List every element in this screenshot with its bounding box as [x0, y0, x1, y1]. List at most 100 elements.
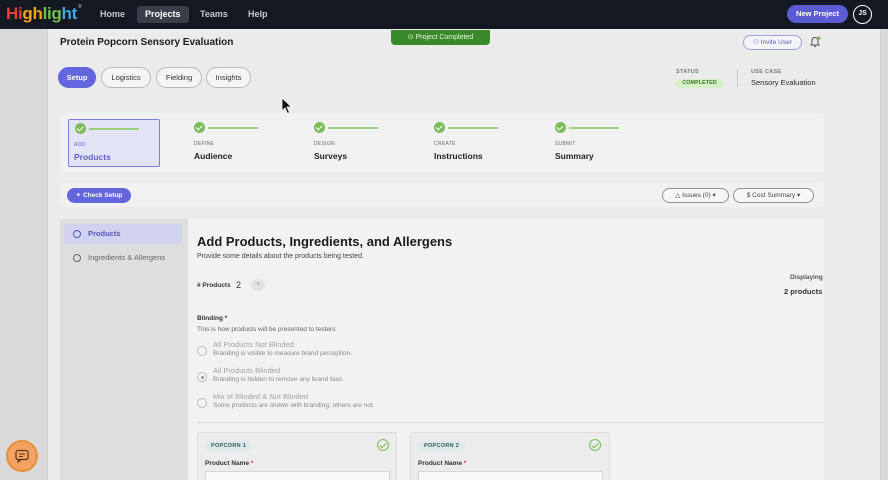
project-completed-banner: ⊙ Project Completed: [391, 30, 490, 45]
step-big-label: Products: [74, 152, 111, 162]
new-project-button[interactable]: New Project: [787, 5, 848, 23]
step-create-instructions[interactable]: CREATE Instructions: [428, 119, 520, 167]
mouse-cursor-icon: [281, 97, 293, 115]
product-complete-icon: [377, 439, 389, 451]
logo-registered-mark: ®: [77, 4, 82, 10]
option-title: All Products Not Blinded: [213, 340, 294, 349]
step-complete-icon: [314, 122, 325, 133]
product-name-label: Product Name *: [205, 460, 253, 467]
step-design-surveys[interactable]: DESIGN Surveys: [308, 119, 400, 167]
add-user-icon: ⚇: [753, 39, 761, 46]
chevron-down-icon: ▾: [795, 192, 801, 199]
sidebar-item-ingredients-allergens[interactable]: Ingredients & Allergens: [64, 248, 182, 268]
nav-help[interactable]: Help: [240, 6, 276, 23]
section-title: Add Products, Ingredients, and Allergens: [197, 234, 453, 249]
step-big-label: Summary: [555, 151, 594, 161]
field-label-text: Product Name: [205, 460, 250, 467]
product-name-input[interactable]: [418, 471, 603, 480]
tab-insights[interactable]: Insights: [206, 67, 251, 88]
invite-user-label: Invite User: [760, 39, 792, 46]
sidebar-item-label: Ingredients & Allergens: [88, 253, 166, 262]
radio-blinded[interactable]: [197, 372, 207, 382]
cost-summary-button[interactable]: $ Cost Summary ▾: [733, 188, 814, 203]
step-complete-icon: [75, 123, 86, 134]
step-small-label: ADD: [74, 142, 86, 148]
user-avatar[interactable]: JS: [853, 5, 872, 24]
option-description: Some products are shown with branding; o…: [213, 402, 375, 409]
step-progress-line: [569, 127, 619, 129]
displaying-value: 2 products: [784, 287, 823, 296]
field-label-text: Product Name: [418, 460, 463, 467]
increment-products-button[interactable]: +: [251, 279, 265, 291]
chevron-down-icon: ▾: [710, 192, 716, 199]
sidebar-item-products[interactable]: Products: [64, 224, 182, 244]
status-badge: COMPLETED: [675, 79, 724, 88]
plus-icon: +: [255, 281, 261, 288]
step-add-products[interactable]: ADD Products: [68, 119, 160, 167]
chat-button[interactable]: [6, 440, 38, 472]
issues-button[interactable]: △ Issues (0) ▾: [662, 188, 729, 203]
product-tag: POPCORN 2: [418, 441, 466, 451]
required-marker: *: [463, 460, 467, 467]
tab-logistics[interactable]: Logistics: [101, 67, 151, 88]
completed-label: Project Completed: [415, 34, 474, 41]
product-complete-icon: [589, 439, 601, 451]
option-description: Branding is hidden to remove any brand b…: [213, 376, 344, 383]
product-tag: POPCORN 1: [205, 441, 253, 451]
status-divider: [737, 69, 738, 87]
step-complete-icon: [555, 122, 566, 133]
tab-fielding[interactable]: Fielding: [156, 67, 202, 88]
top-nav: Hi gh lig ht ® Home Projects Teams Help New …: [0, 0, 888, 29]
project-title: Protein Popcorn Sensory Evaluation: [60, 37, 234, 48]
chat-icon: [15, 449, 29, 463]
option-title: Mix of Blinded & Not Blinded: [213, 392, 309, 401]
sparkle-icon: ✦: [75, 192, 83, 199]
option-title: All Products Blinded: [213, 366, 281, 375]
step-big-label: Instructions: [434, 151, 483, 161]
step-small-label: CREATE: [434, 141, 456, 147]
highlight-logo[interactable]: Hi gh lig ht ®: [6, 4, 82, 24]
use-case-label: USE CASE: [751, 69, 782, 75]
use-case-value: Sensory Evaluation: [751, 78, 816, 87]
sidebar-item-label: Products: [88, 229, 121, 238]
nav-teams[interactable]: Teams: [192, 6, 236, 23]
blinding-description: This is how products will be presented t…: [197, 326, 336, 333]
nav-projects[interactable]: Projects: [137, 6, 189, 23]
step-big-label: Audience: [194, 151, 233, 161]
radio-not-blinded[interactable]: [197, 346, 207, 356]
num-products-label: # Products: [197, 282, 231, 289]
step-submit-summary[interactable]: SUBMIT Summary: [549, 119, 641, 167]
section-divider: [197, 422, 824, 423]
section-subtitle: Provide some details about the products …: [197, 253, 364, 260]
invite-user-button[interactable]: ⚇ Invite User: [743, 35, 802, 50]
step-progress-line: [89, 128, 139, 130]
check-setup-button[interactable]: ✦ Check Setup: [67, 188, 131, 203]
required-marker: *: [250, 460, 254, 467]
cost-summary-label: Cost Summary: [752, 192, 796, 199]
logo-part: lig: [42, 4, 62, 23]
radio-mixed[interactable]: [197, 398, 207, 408]
step-big-label: Surveys: [314, 151, 348, 161]
product-name-input[interactable]: [205, 471, 390, 480]
completed-icon: ⊙: [407, 34, 416, 41]
displaying-label: Displaying: [790, 274, 823, 281]
option-description: Branding is visible to measure brand per…: [213, 350, 353, 357]
products-icon: [73, 230, 81, 238]
step-complete-icon: [434, 122, 445, 133]
step-progress-line: [208, 127, 258, 129]
step-small-label: DEFINE: [194, 141, 215, 147]
nav-home[interactable]: Home: [92, 6, 133, 23]
check-setup-label: Check Setup: [82, 192, 123, 199]
num-products-value: 2: [236, 280, 242, 290]
blinding-label: Blinding *: [197, 315, 228, 322]
tab-setup[interactable]: Setup: [58, 67, 96, 88]
step-define-audience[interactable]: DEFINE Audience: [188, 119, 280, 167]
issues-label: Issues (0): [682, 192, 711, 199]
bell-icon[interactable]: [809, 36, 821, 48]
step-small-label: SUBMIT: [555, 141, 576, 147]
step-small-label: DESIGN: [314, 141, 335, 147]
logo-part: ht: [61, 4, 78, 23]
logo-part: gh: [22, 4, 43, 23]
product-name-label: Product Name *: [418, 460, 466, 467]
step-progress-line: [448, 127, 498, 129]
